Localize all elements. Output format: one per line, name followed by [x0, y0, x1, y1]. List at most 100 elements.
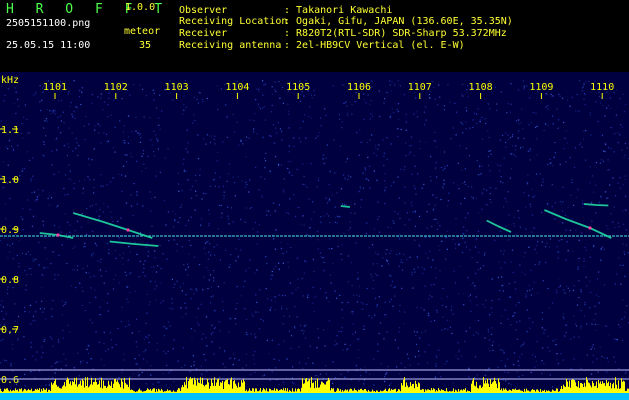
- noise-dot: [107, 103, 109, 106]
- noise-dot: [253, 128, 255, 130]
- intensity-bar: [445, 391, 446, 393]
- noise-dot: [273, 142, 276, 144]
- noise-dot: [309, 227, 311, 229]
- intensity-bar: [165, 391, 166, 393]
- noise-dot: [217, 151, 219, 153]
- noise-dot: [547, 335, 549, 337]
- noise-dot: [214, 172, 216, 174]
- noise-dot: [562, 97, 564, 99]
- noise-dot: [532, 354, 534, 356]
- intensity-bar: [87, 377, 88, 393]
- intensity-bar: [497, 388, 498, 393]
- intensity-bar: [19, 388, 20, 393]
- intensity-bar: [277, 389, 278, 393]
- noise-dot: [111, 216, 113, 218]
- noise-dot: [505, 146, 507, 148]
- noise-dot: [580, 367, 582, 369]
- noise-dot: [262, 94, 264, 96]
- noise-dot: [556, 292, 558, 294]
- noise-dot: [534, 264, 536, 266]
- noise-dot: [337, 245, 339, 248]
- noise-dot: [515, 156, 517, 158]
- noise-dot: [126, 286, 128, 288]
- intensity-bar: [167, 389, 168, 393]
- noise-dot: [183, 158, 185, 160]
- noise-dot: [51, 338, 53, 340]
- intensity-bar: [368, 389, 369, 393]
- noise-dot: [522, 344, 524, 346]
- noise-dot: [228, 266, 230, 268]
- noise-dot: [560, 353, 562, 355]
- noise-dot: [559, 163, 561, 166]
- intensity-bar: [522, 390, 523, 393]
- intensity-bar: [500, 390, 501, 393]
- noise-dot: [313, 211, 315, 213]
- noise-dot: [156, 285, 158, 287]
- noise-dot: [478, 174, 480, 176]
- noise-dot: [591, 323, 593, 325]
- noise-dot: [609, 97, 611, 99]
- noise-dot: [480, 173, 482, 175]
- noise-dot: [64, 194, 66, 196]
- noise-dot: [364, 167, 366, 169]
- noise-dot: [528, 317, 530, 319]
- noise-dot: [320, 125, 322, 127]
- noise-dot: [336, 222, 338, 224]
- noise-dot: [269, 171, 271, 173]
- noise-dot: [100, 142, 102, 144]
- noise-dot: [576, 188, 578, 190]
- intensity-bar: [55, 379, 56, 393]
- intensity-bar: [336, 390, 337, 393]
- intensity-bar: [339, 390, 340, 393]
- noise-dot: [400, 362, 402, 364]
- noise-dot: [404, 202, 406, 204]
- noise-dot: [562, 316, 564, 318]
- intensity-bar: [205, 384, 206, 393]
- noise-dot: [472, 334, 475, 336]
- noise-dot: [129, 273, 131, 275]
- noise-dot: [525, 206, 527, 208]
- noise-dot: [162, 253, 164, 255]
- noise-dot: [159, 94, 161, 96]
- noise-dot: [143, 116, 145, 118]
- noise-dot: [382, 257, 384, 259]
- intensity-bar: [591, 387, 592, 393]
- noise-dot: [351, 103, 353, 106]
- intensity-bar: [109, 384, 110, 393]
- noise-dot: [623, 316, 625, 318]
- noise-dot: [79, 282, 81, 284]
- intensity-bar: [430, 390, 431, 393]
- noise-dot: [246, 136, 248, 138]
- noise-dot: [237, 359, 239, 361]
- noise-dot: [447, 200, 449, 202]
- noise-dot: [404, 166, 406, 168]
- noise-dot: [500, 267, 502, 269]
- noise-dot: [601, 246, 603, 248]
- noise-dot: [338, 118, 341, 120]
- noise-dot: [386, 249, 388, 251]
- noise-dot: [112, 147, 115, 149]
- noise-dot: [584, 159, 587, 161]
- noise-dot: [506, 112, 508, 114]
- noise-dot: [12, 348, 14, 350]
- noise-dot: [270, 307, 272, 309]
- noise-dot: [255, 336, 257, 338]
- noise-dot: [573, 166, 576, 168]
- noise-dot: [157, 381, 159, 383]
- noise-dot: [515, 120, 518, 122]
- noise-dot: [121, 190, 123, 192]
- intensity-bar: [362, 390, 363, 393]
- intensity-bar: [381, 391, 382, 393]
- noise-dot: [284, 294, 286, 297]
- noise-dot: [96, 210, 98, 212]
- noise-dot: [159, 244, 161, 247]
- noise-dot: [424, 106, 427, 108]
- intensity-bar: [361, 388, 362, 393]
- noise-dot: [457, 293, 460, 295]
- intensity-bar: [131, 389, 132, 393]
- intensity-bar: [99, 380, 100, 393]
- noise-dot: [452, 382, 454, 384]
- noise-dot: [287, 160, 289, 163]
- intensity-bar: [168, 390, 169, 393]
- noise-dot: [447, 328, 449, 330]
